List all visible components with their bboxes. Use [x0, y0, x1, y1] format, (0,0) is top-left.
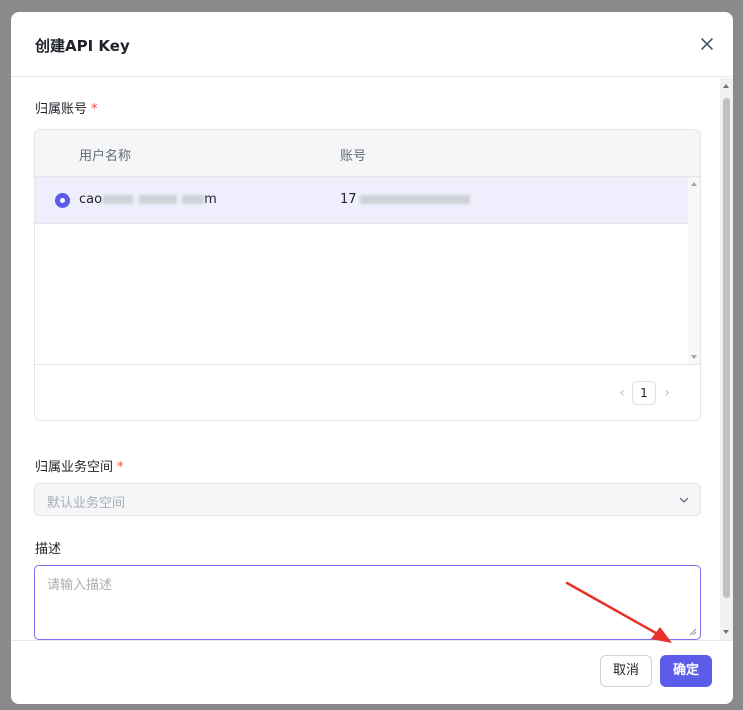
- redacted-block: [182, 195, 205, 204]
- workspace-select-value: 默认业务空间: [47, 496, 126, 511]
- column-header-account: 账号: [340, 149, 367, 164]
- redacted-block: [103, 195, 134, 204]
- description-textarea[interactable]: 请输入描述: [34, 565, 701, 640]
- cell-username: cao m: [79, 192, 217, 207]
- scroll-down-arrow[interactable]: [723, 630, 729, 634]
- table-row[interactable]: cao m 17: [35, 177, 688, 224]
- cell-account: 17: [340, 192, 470, 207]
- close-icon: [701, 38, 713, 50]
- workspace-label: 归属业务空间 *: [35, 460, 124, 475]
- dialog-scrollbar[interactable]: [720, 78, 733, 640]
- dialog-title: 创建API Key: [35, 37, 130, 55]
- chevron-right-icon[interactable]: ›: [660, 385, 674, 401]
- workspace-select[interactable]: 默认业务空间: [34, 483, 701, 516]
- create-api-key-dialog: 创建API Key 归属账号 * 用户名称 账号 cao m 17 ‹ 1 › …: [11, 12, 733, 704]
- redacted-block: [139, 195, 178, 204]
- resize-grip-icon[interactable]: [688, 627, 697, 636]
- scroll-up-arrow[interactable]: [691, 182, 697, 186]
- chevron-down-icon: [679, 497, 689, 503]
- scroll-down-arrow[interactable]: [691, 355, 697, 359]
- confirm-button[interactable]: 确定: [660, 655, 712, 687]
- pagination: ‹ 1 ›: [35, 364, 700, 420]
- redacted-block: [359, 195, 470, 204]
- table-scrollbar[interactable]: [688, 177, 700, 364]
- row-radio-selected[interactable]: [55, 193, 70, 208]
- scrollbar-thumb[interactable]: [723, 98, 730, 598]
- table-header: 用户名称 账号: [35, 130, 700, 177]
- required-mark: *: [117, 460, 124, 475]
- owner-account-label: 归属账号 *: [35, 102, 98, 117]
- description-label: 描述: [35, 542, 62, 557]
- cancel-button[interactable]: 取消: [600, 655, 652, 687]
- scroll-up-arrow[interactable]: [723, 84, 729, 88]
- chevron-left-icon[interactable]: ‹: [615, 385, 629, 401]
- close-button[interactable]: [697, 34, 717, 54]
- page-number-current[interactable]: 1: [632, 381, 656, 405]
- dialog-body: 归属账号 * 用户名称 账号 cao m 17 ‹ 1 › 归属业务空间 * 默…: [11, 78, 733, 640]
- column-header-username: 用户名称: [79, 149, 132, 164]
- required-mark: *: [91, 102, 98, 117]
- account-table: 用户名称 账号 cao m 17 ‹ 1 ›: [34, 129, 701, 421]
- dialog-footer: 取消 确定: [11, 640, 733, 704]
- description-placeholder: 请输入描述: [47, 578, 113, 593]
- dialog-header: 创建API Key: [11, 12, 733, 77]
